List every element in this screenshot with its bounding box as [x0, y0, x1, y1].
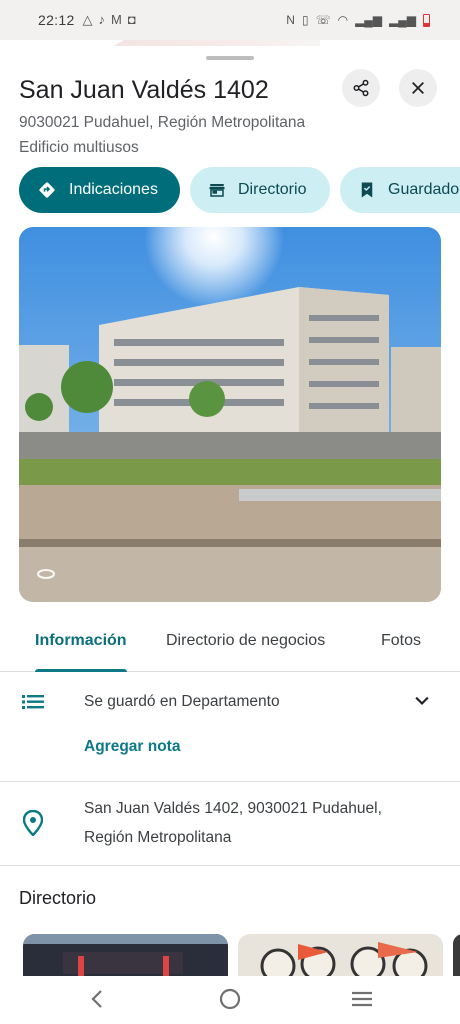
directory-button[interactable]: Directorio: [190, 167, 330, 213]
status-bar: 22:12 △ ♪ M ◘ N ▯ ☏ ◠ ▂▄▆ ▂▄▆: [0, 0, 460, 40]
address-row[interactable]: San Juan Valdés 1402, 9030021 Pudahuel, …: [0, 782, 460, 866]
list-icon: [22, 695, 44, 709]
sushi-photo: [238, 934, 443, 976]
triangle-app-icon: △: [82, 12, 93, 27]
drag-handle[interactable]: [206, 56, 254, 60]
directions-icon: [39, 182, 55, 198]
building-photo: [19, 227, 441, 602]
system-icons: N ▯ ☏ ◠ ▂▄▆ ▂▄▆: [286, 13, 430, 27]
place-category: Edificio multiusos: [19, 139, 139, 156]
directory-label: Directorio: [238, 181, 307, 198]
saved-list-row[interactable]: Se guardó en Departamento Agregar nota: [0, 672, 460, 782]
tab-photos[interactable]: Fotos: [381, 632, 421, 650]
wifi-call-icon: ☏: [315, 13, 331, 27]
back-icon[interactable]: [88, 988, 106, 1010]
business-thumbnail-sushi[interactable]: [238, 934, 443, 976]
system-nav-bar: [0, 976, 460, 1024]
place-address: 9030021 Pudahuel, Región Metropolitana: [19, 114, 306, 131]
share-button[interactable]: [342, 69, 380, 107]
directory-heading: Directorio: [19, 888, 97, 908]
saved-list-text: Se guardó en Departamento: [84, 693, 280, 710]
battery-low-icon: [423, 13, 430, 27]
bookmark-check-icon: [361, 182, 373, 198]
home-icon[interactable]: [219, 988, 241, 1010]
place-title: San Juan Valdés 1402: [19, 76, 269, 104]
recent-apps-icon[interactable]: [351, 988, 373, 1010]
gmail-icon: M: [111, 12, 122, 27]
partial-photo: [453, 934, 460, 976]
directions-label: Indicaciones: [69, 181, 158, 198]
street-view-photo[interactable]: [19, 227, 441, 602]
status-time: 22:12: [38, 12, 75, 28]
store-icon: [209, 184, 225, 197]
share-icon: [353, 79, 369, 97]
wifi-icon: ◠: [337, 13, 349, 27]
saved-button[interactable]: Guardado: [340, 167, 460, 213]
notification-icons: △ ♪ M ◘: [83, 12, 136, 28]
tiktok-icon: ♪: [98, 12, 106, 27]
business-thumbnail-partial[interactable]: [453, 934, 460, 976]
business-thumbnail-barber[interactable]: [23, 934, 228, 976]
directory-thumbnails: [23, 934, 460, 976]
nfc-icon: N: [286, 13, 295, 27]
signal-icon: ▂▄▆: [355, 13, 383, 27]
full-address-line1: San Juan Valdés 1402, 9030021 Pudahuel,: [84, 800, 382, 817]
close-icon: [412, 82, 424, 94]
barber-photo: [23, 934, 228, 976]
close-button[interactable]: [399, 69, 437, 107]
saved-label: Guardado: [388, 181, 460, 198]
location-pin-icon: [23, 810, 43, 836]
tab-business-directory[interactable]: Directorio de negocios: [166, 632, 325, 650]
add-note-link[interactable]: Agregar nota: [84, 738, 180, 756]
place-sheet: San Juan Valdés 1402 9030021 Pudahuel, R…: [0, 46, 460, 976]
action-chips: Indicaciones Directorio Guardado: [19, 167, 460, 213]
vibrate-icon: ▯: [301, 13, 309, 27]
full-address-line2: Región Metropolitana: [84, 829, 232, 846]
directions-button[interactable]: Indicaciones: [19, 167, 180, 213]
signal-icon: ▂▄▆: [389, 13, 416, 27]
cast-icon: ◘: [127, 12, 136, 27]
place-tabs: Información Directorio de negocios Fotos: [0, 616, 460, 672]
tab-information[interactable]: Información: [35, 632, 127, 650]
chevron-down-icon[interactable]: [412, 691, 432, 711]
